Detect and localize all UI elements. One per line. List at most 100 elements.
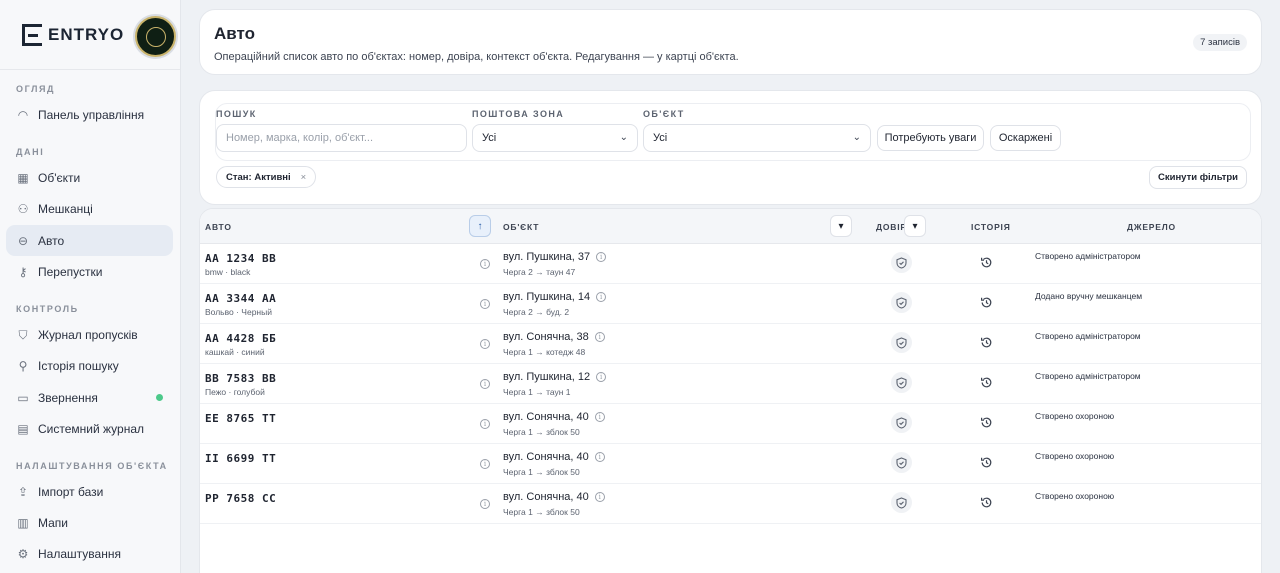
sidebar-item-pass-log[interactable]: ⛉ Журнал пропусків — [6, 319, 173, 350]
info-icon[interactable]: i — [480, 339, 490, 349]
sidebar-item-label: Панель управління — [38, 107, 145, 122]
upload-icon: ⇪ — [17, 484, 29, 499]
table-row[interactable]: PP 7658 CC i вул. Сонячна, 40 i Черга 1 → зб… — [200, 484, 1261, 524]
sidebar-item-settings[interactable]: ⚙ Налаштування — [6, 538, 173, 569]
table-row[interactable]: AA 1234 BB bmw · black i вул. Пушкина, 37 i Ч… — [200, 244, 1261, 284]
source-text: Створено адміністратором — [1035, 331, 1141, 341]
sidebar-item-label: Об'єкти — [38, 170, 81, 185]
column-object: ОБ'ЄКТ — [503, 222, 540, 232]
plate-number: EE 8765 TT — [205, 412, 277, 425]
sidebar-item-passes[interactable]: ⚷ Перепустки — [6, 256, 173, 287]
object-seal-avatar[interactable] — [135, 16, 176, 57]
gear-icon: ⚙ — [17, 546, 29, 561]
chevron-down-icon: ⌄ — [852, 132, 861, 143]
sort-object-button[interactable]: ▾ — [830, 215, 852, 237]
info-icon[interactable]: i — [594, 492, 605, 502]
postal-zone-value: Усі — [482, 132, 497, 144]
chevron-down-icon: ⌄ — [619, 132, 628, 143]
history-icon[interactable] — [980, 416, 993, 429]
sidebar-item-cars[interactable]: ⊖ Авто — [6, 225, 173, 256]
sidebar-item-requests[interactable]: ▭ Звернення — [6, 382, 173, 413]
needs-attention-button[interactable]: Потребують уваги — [877, 125, 984, 151]
sidebar-item-label: Журнал пропусків — [38, 327, 138, 342]
sidebar-item-label: Мешканці — [38, 201, 93, 216]
sidebar-item-maps[interactable]: ▥ Мапи — [6, 507, 173, 538]
info-icon[interactable]: i — [480, 259, 490, 269]
appealed-button[interactable]: Оскаржені — [990, 125, 1061, 151]
car-details: Пежо · голубой — [205, 387, 265, 397]
object-address[interactable]: вул. Сонячна, 38 — [503, 331, 589, 343]
trust-shield-icon[interactable] — [891, 372, 912, 393]
sidebar-item-search-history[interactable]: ⚲ Історія пошуку — [6, 350, 173, 381]
history-icon[interactable] — [980, 256, 993, 269]
history-icon[interactable] — [980, 296, 993, 309]
sort-trust-button[interactable]: ▾ — [904, 215, 926, 237]
table-row[interactable]: EE 8765 TT i вул. Сонячна, 40 i Черга 1 → зб… — [200, 404, 1261, 444]
info-icon[interactable]: i — [596, 372, 607, 382]
sidebar-item-label: Налаштування — [38, 546, 121, 561]
table-row[interactable]: AA 3344 AA Вольво · Черный i вул. Пушкина, … — [200, 284, 1261, 324]
state-filter-chip[interactable]: Стан: Активні × — [216, 166, 317, 188]
table-row[interactable]: AA 4428 ББ кашкай · синий i вул. Сонячна, 3… — [200, 324, 1261, 364]
status-dot — [156, 394, 163, 401]
column-car: АВТО — [205, 222, 232, 232]
object-route: Черга 2 → таун 47 — [503, 267, 576, 277]
object-select[interactable]: Усі ⌄ — [643, 124, 871, 152]
history-icon[interactable] — [980, 456, 993, 469]
object-value: Усі — [653, 132, 668, 144]
object-address[interactable]: вул. Сонячна, 40 — [503, 411, 589, 423]
page-subtitle: Операційний список авто по об'єктах: ном… — [214, 51, 739, 63]
search-input[interactable]: Номер, марка, колір, об'єкт... — [216, 124, 467, 152]
close-icon[interactable]: × — [301, 172, 307, 183]
info-icon[interactable]: i — [480, 419, 490, 429]
object-route: Черга 1 → зблок 50 — [503, 427, 580, 437]
sidebar-item-import[interactable]: ⇪ Імпорт бази — [6, 476, 173, 507]
trust-shield-icon[interactable] — [891, 332, 912, 353]
trust-shield-icon[interactable] — [891, 492, 912, 513]
filters-row: ПОШУК Номер, марка, колір, об'єкт... ПОШ… — [215, 103, 1251, 161]
sidebar-item-label: Звернення — [38, 390, 98, 405]
object-address[interactable]: вул. Пушкина, 14 — [503, 291, 590, 303]
postal-zone-select[interactable]: Усі ⌄ — [472, 124, 638, 152]
message-icon: ▭ — [17, 390, 29, 405]
sidebar-item-residents[interactable]: ⚇ Мешканці — [6, 193, 173, 224]
plate-number: BB 7583 BB — [205, 372, 277, 385]
sidebar-item-dashboard[interactable]: ◠ Панель управління — [6, 99, 173, 130]
info-icon[interactable]: i — [594, 412, 605, 422]
info-icon[interactable]: i — [594, 452, 605, 462]
source-text: Створено адміністратором — [1035, 251, 1141, 261]
sidebar-item-system-log[interactable]: ▤ Системний журнал — [6, 413, 173, 444]
info-icon[interactable]: i — [596, 252, 607, 262]
column-history: ІСТОРІЯ — [971, 222, 1011, 232]
info-icon[interactable]: i — [596, 292, 607, 302]
source-text: Створено охороною — [1035, 491, 1115, 501]
reset-filters-button[interactable]: Скинути фільтри — [1148, 166, 1247, 189]
sidebar-item-objects[interactable]: ▦ Об'єкти — [6, 162, 173, 193]
history-icon[interactable] — [980, 496, 993, 509]
table-row[interactable]: II 6699 TT i вул. Сонячна, 40 i Черга 1 → зб… — [200, 444, 1261, 484]
object-route: Черга 1 → котедж 48 — [503, 347, 586, 357]
car-details: Вольво · Черный — [205, 307, 272, 317]
table-row[interactable]: BB 7583 BB Пежо · голубой i вул. Пушкина, 1… — [200, 364, 1261, 404]
info-icon[interactable]: i — [480, 459, 490, 469]
object-address[interactable]: вул. Пушкина, 37 — [503, 251, 590, 263]
trust-shield-icon[interactable] — [891, 292, 912, 313]
trust-shield-icon[interactable] — [891, 252, 912, 273]
sort-car-button[interactable]: ↑ — [469, 215, 491, 237]
info-icon[interactable]: i — [480, 379, 490, 389]
search-label: ПОШУК — [216, 109, 257, 119]
object-route: Черга 2 → буд. 2 — [503, 307, 570, 317]
trust-shield-icon[interactable] — [891, 452, 912, 473]
info-icon[interactable]: i — [480, 299, 490, 309]
object-address[interactable]: вул. Сонячна, 40 — [503, 451, 589, 463]
trust-shield-icon[interactable] — [891, 412, 912, 433]
search-icon: ⚲ — [18, 358, 28, 373]
object-address[interactable]: вул. Пушкина, 12 — [503, 371, 590, 383]
info-icon[interactable]: i — [594, 332, 605, 342]
postal-zone-label: ПОШТОВА ЗОНА — [472, 109, 565, 119]
info-icon[interactable]: i — [480, 499, 490, 509]
object-address[interactable]: вул. Сонячна, 40 — [503, 491, 589, 503]
history-icon[interactable] — [980, 336, 993, 349]
history-icon[interactable] — [980, 376, 993, 389]
entryo-logo-icon — [22, 23, 42, 46]
